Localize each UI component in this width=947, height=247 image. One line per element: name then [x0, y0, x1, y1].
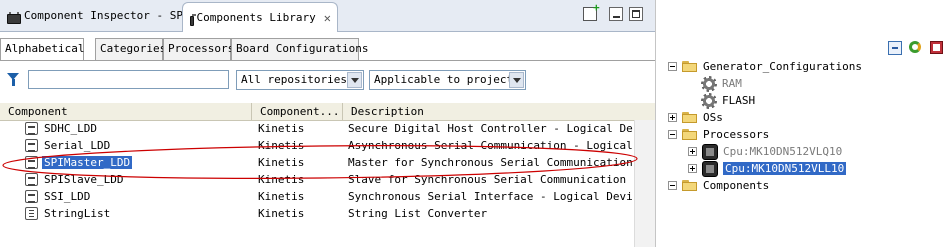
- tree-item-components[interactable]: Components: [668, 177, 769, 194]
- filter-icon[interactable]: [7, 73, 20, 86]
- row-name: SSI_LDD: [44, 190, 91, 203]
- column-header-vendor[interactable]: Component...: [252, 103, 343, 120]
- folder-icon: [682, 60, 698, 73]
- tree-item-oss[interactable]: OSs: [668, 109, 723, 126]
- chevron-down-icon: [347, 72, 362, 88]
- table-row[interactable]: SSI_LDD Kinetis Synchronous Serial Inter…: [0, 189, 633, 206]
- subtab-categories[interactable]: Categories: [95, 38, 167, 60]
- subtab-label: Processors: [168, 42, 235, 55]
- column-header-component[interactable]: Component: [0, 103, 252, 120]
- row-vendor: Kinetis: [258, 207, 305, 220]
- minimize-icon[interactable]: [609, 7, 623, 21]
- tree-item-label: Cpu:MK10DN512VLL10: [723, 162, 847, 175]
- column-label: Description: [351, 105, 424, 118]
- tab-component-inspector[interactable]: Component Inspector - SPI: [0, 2, 196, 29]
- tree-item-ram[interactable]: RAM: [701, 75, 742, 92]
- row-description: String List Converter: [348, 207, 488, 220]
- cpu-icon: [702, 160, 718, 177]
- view-tab-bar: Component Inspector - SPI Components Lib…: [0, 0, 655, 32]
- subtab-label: Board Configurations: [236, 42, 369, 55]
- list-icon: [25, 207, 38, 220]
- folder-icon: [682, 111, 698, 124]
- row-description: Synchronous Serial Interface - Logical D…: [348, 190, 633, 203]
- annotation-ellipse: [2, 145, 638, 179]
- tree-item-label: Processors: [703, 128, 770, 141]
- chip-icon: [190, 13, 196, 26]
- row-vendor: Kinetis: [258, 190, 305, 203]
- collapse-icon[interactable]: [668, 130, 677, 139]
- tree-item-label: Cpu:MK10DN512VLQ10: [723, 145, 843, 158]
- expand-icon[interactable]: [688, 147, 697, 156]
- tree-item-flash[interactable]: FLASH: [701, 92, 755, 109]
- subtab-bar: Alphabetical Categories Processors Board…: [0, 38, 655, 61]
- repository-select[interactable]: All repositories: [236, 70, 364, 90]
- collapse-all-icon[interactable]: [888, 41, 902, 55]
- collapse-icon[interactable]: [668, 181, 677, 190]
- tree-item-generator-configurations[interactable]: Generator_Configurations: [668, 58, 862, 75]
- table-row[interactable]: StringList Kinetis String List Converter: [0, 206, 633, 223]
- tree-item-cpu-vll10[interactable]: Cpu:MK10DN512VLL10: [688, 160, 847, 177]
- table-row[interactable]: SDHC_LDD Kinetis Secure Digital Host Con…: [0, 121, 633, 138]
- select-value: All repositories: [241, 73, 347, 86]
- row-name: StringList: [44, 207, 111, 220]
- chip-icon: [7, 11, 21, 24]
- folder-icon: [682, 128, 698, 141]
- gear-icon: [701, 75, 717, 92]
- subtab-label: Alphabetical: [5, 42, 85, 55]
- expand-icon[interactable]: [688, 164, 697, 173]
- components-library-view: Component Inspector - SPI Components Lib…: [0, 0, 656, 247]
- tab-components-library[interactable]: Components Library ✕: [182, 2, 338, 32]
- tree-item-label: OSs: [703, 111, 723, 124]
- refresh-icon[interactable]: [909, 41, 923, 55]
- collapse-icon[interactable]: [668, 62, 677, 71]
- subtab-alphabetical[interactable]: Alphabetical: [0, 38, 84, 61]
- tree-item-processors[interactable]: Processors: [668, 126, 769, 143]
- new-item-icon[interactable]: +: [583, 2, 600, 21]
- gear-icon: [701, 92, 717, 109]
- table-header: Component Component... Description: [0, 103, 655, 121]
- component-icon: [25, 122, 38, 135]
- row-name: SDHC_LDD: [44, 122, 97, 135]
- expand-icon[interactable]: [668, 113, 677, 122]
- tree-item-label: FLASH: [722, 94, 756, 107]
- tab-label: Components Library: [196, 11, 316, 24]
- subtab-divider: [0, 60, 655, 61]
- components-tree-view: Generator_Configurations RAM FLASH OSs P…: [657, 0, 947, 247]
- row-vendor: Kinetis: [258, 122, 305, 135]
- applicability-select[interactable]: Applicable to project: [369, 70, 526, 90]
- column-label: Component: [8, 105, 68, 118]
- cpu-icon: [702, 143, 718, 160]
- component-icon: [25, 190, 38, 203]
- tree-item-cpu-vlq10[interactable]: Cpu:MK10DN512VLQ10: [688, 143, 842, 160]
- settings-icon[interactable]: [930, 41, 944, 55]
- folder-icon: [682, 179, 698, 192]
- filter-input[interactable]: [28, 70, 229, 89]
- tree-item-label: RAM: [722, 77, 742, 90]
- chevron-down-icon: [509, 72, 524, 88]
- column-label: Component...: [260, 105, 340, 118]
- row-description: Secure Digital Host Controller - Logical…: [348, 122, 633, 135]
- tab-label: Component Inspector - SPI: [24, 9, 190, 22]
- subtab-label: Categories: [100, 42, 167, 55]
- view-divider[interactable]: [655, 0, 656, 247]
- select-value: Applicable to project: [374, 73, 514, 86]
- tree-item-label: Components: [703, 179, 770, 192]
- close-icon[interactable]: ✕: [324, 11, 331, 25]
- maximize-icon[interactable]: [629, 7, 643, 21]
- subtab-processors[interactable]: Processors: [163, 38, 235, 60]
- tree-item-label: Generator_Configurations: [703, 60, 862, 73]
- column-header-description[interactable]: Description: [343, 103, 633, 120]
- subtab-board-configurations[interactable]: Board Configurations: [231, 38, 368, 60]
